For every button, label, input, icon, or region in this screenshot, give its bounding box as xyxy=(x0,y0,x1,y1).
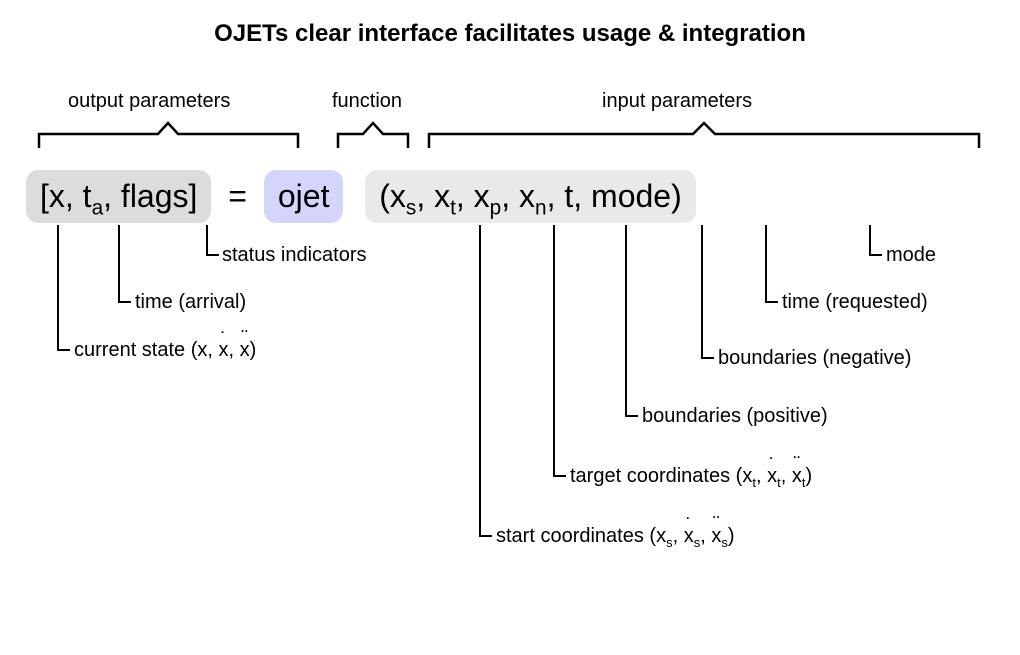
annot-xt-pre: target coordinates (x xyxy=(570,465,752,487)
equals: = xyxy=(220,178,255,215)
in-sub-n: n xyxy=(535,196,547,219)
annot-x-pre: current state (x, xyxy=(74,339,219,361)
leader-t xyxy=(764,225,784,310)
annot-x-xdot: x xyxy=(219,339,229,362)
annot-xp: boundaries (positive) xyxy=(642,405,828,428)
in-sub-s: s xyxy=(406,196,416,219)
leader-xn xyxy=(700,225,720,366)
leader-xp xyxy=(624,225,644,424)
annot-xt-xdot: x xyxy=(767,465,777,488)
annot-t: time (requested) xyxy=(782,291,928,314)
function-pill: ojet xyxy=(264,170,344,223)
annot-mode: mode xyxy=(886,244,936,267)
annot-xs-post: ) xyxy=(728,525,735,547)
out-sub-a: a xyxy=(92,196,104,219)
annot-xs-pre: start coordinates (x xyxy=(496,525,666,547)
in-t3: , x xyxy=(456,178,490,214)
annot-x-xddot: x xyxy=(240,339,250,362)
leader-ta xyxy=(117,225,137,310)
in-t2: , x xyxy=(416,178,450,214)
leader-x xyxy=(56,225,76,358)
annot-xt-sep2: , xyxy=(781,465,792,487)
annot-x: current state (x, x, x) xyxy=(74,339,256,362)
annot-xs-sep2: , xyxy=(700,525,711,547)
leader-xs xyxy=(478,225,498,544)
annot-xn: boundaries (negative) xyxy=(718,347,911,370)
in-sub-p: p xyxy=(490,196,502,219)
brace-function xyxy=(335,120,411,150)
formula: [x, ta, flags] = ojet (xs, xt, xp, xn, t… xyxy=(26,170,696,223)
annot-xs-xdot: x xyxy=(684,525,694,548)
page-title: OJETs clear interface facilitates usage … xyxy=(0,20,1020,48)
annot-xt-xddot: x xyxy=(792,465,802,488)
annot-xs-xddot: x xyxy=(711,525,721,548)
annot-xt-sep1: , xyxy=(756,465,767,487)
annot-xt: target coordinates (xt, xt, xt) xyxy=(570,465,812,488)
section-input-label: input parameters xyxy=(602,90,752,113)
annot-flags: status indicators xyxy=(222,244,367,267)
annot-ta: time (arrival) xyxy=(135,291,246,314)
section-function-label: function xyxy=(332,90,402,113)
leader-mode xyxy=(868,225,888,263)
annot-x-post: ) xyxy=(250,339,257,361)
annot-xs: start coordinates (xs, xs, xs) xyxy=(496,525,735,548)
annot-xt-post: ) xyxy=(805,465,812,487)
leader-xt xyxy=(552,225,572,484)
output-pill: [x, ta, flags] xyxy=(26,170,211,223)
in-t1: (x xyxy=(379,178,406,214)
annot-xs-sep1: , xyxy=(673,525,684,547)
annot-x-mid: , xyxy=(229,339,240,361)
input-pill: (xs, xt, xp, xn, t, mode) xyxy=(365,170,696,223)
in-t4: , x xyxy=(501,178,535,214)
section-output-label: output parameters xyxy=(68,90,230,113)
brace-output xyxy=(36,120,301,150)
out-text-2: , flags] xyxy=(103,178,197,214)
out-text-1: [x, t xyxy=(40,178,92,214)
in-t5: , t, mode) xyxy=(547,178,682,214)
brace-input xyxy=(426,120,982,150)
